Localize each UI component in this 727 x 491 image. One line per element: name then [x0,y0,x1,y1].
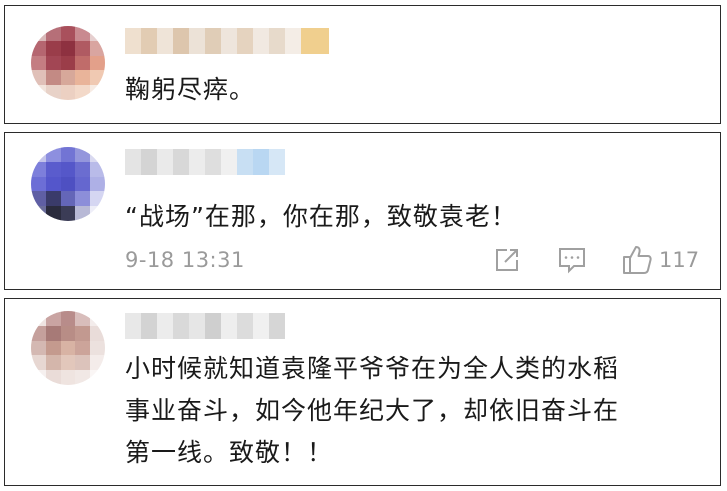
avatar[interactable] [31,311,105,385]
username-blurred[interactable] [125,149,285,175]
comment-text: “战场”在那，你在那，致敬袁老！ [125,202,517,231]
comment-timestamp: 9-18 13:31 [125,248,245,272]
like-count: 117 [659,248,700,272]
like-button[interactable]: 117 [621,243,699,277]
comment-text: 小时候就知道袁隆平爷爷在为全人类的水稻 事业奋斗，如今他年纪大了，却依旧奋斗在 … [125,348,619,474]
username-blurred[interactable] [125,28,329,54]
comment-card-3: 小时候就知道袁隆平爷爷在为全人类的水稻 事业奋斗，如今他年纪大了，却依旧奋斗在 … [4,298,721,486]
comment-line-3: 第一线。致敬！！ [125,438,334,467]
avatar[interactable] [31,26,105,100]
comment-line-1: 小时候就知道袁隆平爷爷在为全人类的水稻 [125,354,620,383]
share-button[interactable] [493,243,521,277]
comment-card-2: “战场”在那，你在那，致敬袁老！ 9-18 13:31 117 [4,132,721,290]
comment-icon [559,248,585,274]
reply-button[interactable] [557,243,587,277]
avatar[interactable] [31,147,105,221]
comment-text: 鞠躬尽瘁。 [125,75,256,104]
username-blurred[interactable] [125,313,285,339]
share-icon [496,249,518,271]
thumbs-up-icon [623,246,652,274]
comment-card-1: 鞠躬尽瘁。 [4,5,721,124]
comment-line-2: 事业奋斗，如今他年纪大了，却依旧奋斗在 [125,396,620,425]
